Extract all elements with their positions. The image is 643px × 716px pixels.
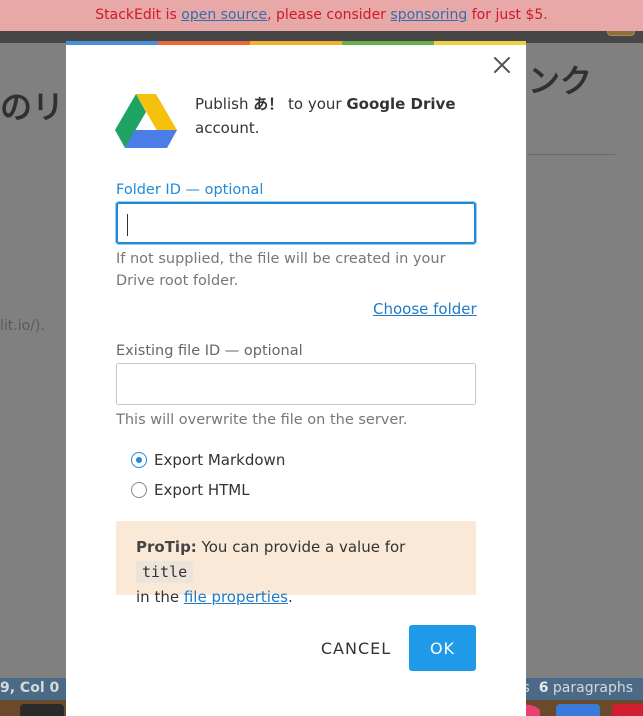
protip-heading: ProTip: — [136, 538, 197, 556]
protip-box: ProTip: You can provide a value for titl… — [116, 521, 476, 606]
document-title: あ！ — [253, 95, 284, 113]
banner-text-middle: , please consider — [267, 7, 391, 23]
publish-description: Publish あ！ to your Google Drive account. — [195, 95, 456, 137]
dock-app-terminal[interactable] — [20, 704, 64, 716]
dock-app-finder[interactable] — [556, 704, 600, 716]
export-markdown-option[interactable]: Export Markdown — [131, 449, 285, 471]
background-heading-right: ンク — [528, 62, 593, 100]
background-divider — [528, 154, 615, 155]
publish-dialog: Publish あ！ to your Google Drive account.… — [66, 41, 526, 716]
ok-button[interactable]: OK — [409, 625, 476, 671]
banner-text: StackEdit is — [95, 7, 182, 23]
file-id-input[interactable] — [116, 363, 476, 405]
cancel-button[interactable]: CANCEL — [316, 625, 396, 671]
google-drive-icon — [115, 94, 177, 148]
cursor-position: 9, Col 0 — [0, 680, 60, 696]
banner-text-suffix: for just $5. — [467, 7, 548, 23]
open-source-link[interactable]: open source — [181, 7, 267, 23]
folder-id-input[interactable] — [116, 202, 476, 244]
export-markdown-label: Export Markdown — [154, 451, 286, 469]
file-id-label: Existing file ID — optional — [116, 343, 303, 359]
export-html-option[interactable]: Export HTML — [131, 479, 250, 501]
file-id-hint: This will overwrite the file on the serv… — [116, 412, 408, 428]
export-html-label: Export HTML — [154, 481, 250, 499]
sponsoring-link[interactable]: sponsoring — [390, 7, 467, 23]
background-link-fragment: lit.io/). — [0, 318, 45, 334]
sponsor-banner: StackEdit is open source, please conside… — [0, 0, 643, 31]
title-code: title — [136, 561, 194, 583]
paragraph-count: s 6 paragraphs — [522, 680, 633, 696]
radio-unchecked-icon[interactable] — [131, 482, 147, 498]
folder-id-label: Folder ID — optional — [116, 182, 264, 198]
close-icon[interactable] — [490, 53, 514, 77]
radio-checked-icon[interactable] — [131, 452, 147, 468]
service-name: Google Drive — [346, 95, 456, 113]
file-properties-link[interactable]: file properties — [184, 588, 288, 606]
folder-id-hint: If not supplied, the file will be create… — [116, 251, 446, 289]
text-caret — [127, 214, 128, 236]
modal-accent-bar — [66, 41, 526, 45]
dock-app-calendar[interactable] — [612, 704, 643, 716]
choose-folder-link[interactable]: Choose folder — [373, 300, 477, 318]
